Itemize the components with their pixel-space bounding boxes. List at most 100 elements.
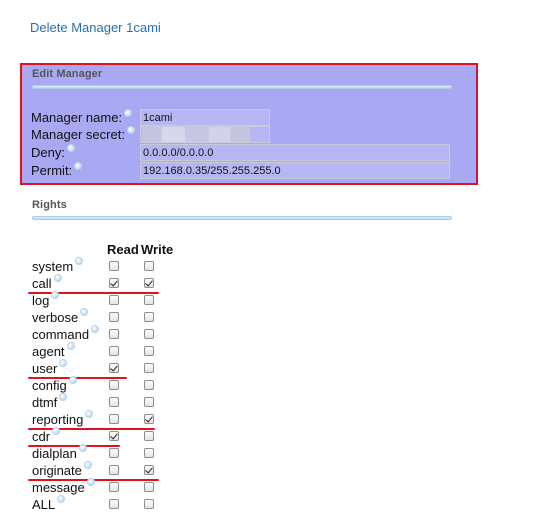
write-checkbox-cdr[interactable]	[144, 431, 154, 441]
manager-secret-label: Manager secret:	[31, 126, 135, 142]
write-checkbox-system[interactable]	[144, 261, 154, 271]
rights-label-text: config	[32, 378, 67, 393]
rights-label-wrap: agent	[32, 342, 75, 360]
write-checkbox-dialplan[interactable]	[144, 448, 154, 458]
rights-row-message: message	[32, 478, 172, 496]
info-icon	[57, 495, 66, 503]
read-checkbox-command[interactable]	[109, 329, 119, 339]
rights-row-cdr: cdr	[32, 427, 172, 445]
rights-legend: Rights	[32, 199, 67, 211]
info-icon	[74, 162, 83, 170]
rights-label-text: user	[32, 361, 58, 376]
info-icon	[86, 478, 95, 486]
info-icon	[51, 291, 60, 299]
write-checkbox-all[interactable]	[144, 499, 154, 509]
read-checkbox-user[interactable]	[109, 363, 119, 373]
rights-row-originate: originate	[32, 461, 172, 479]
read-checkbox-agent[interactable]	[109, 346, 119, 356]
read-checkbox-system[interactable]	[109, 261, 119, 271]
rights-row-command: command	[32, 325, 172, 343]
manager-name-input[interactable]	[140, 109, 270, 126]
rights-row-agent: agent	[32, 342, 172, 360]
read-checkbox-cdr[interactable]	[109, 431, 119, 441]
rights-row-config: config	[32, 376, 172, 394]
read-column-header: Read	[107, 242, 139, 257]
write-checkbox-call[interactable]	[144, 278, 154, 288]
rights-label-text: command	[32, 327, 90, 342]
rights-label-text: dtmf	[32, 395, 58, 410]
write-checkbox-user[interactable]	[144, 363, 154, 373]
rights-label-wrap: user	[32, 359, 68, 377]
rights-label-text: originate	[32, 463, 82, 478]
info-icon	[53, 274, 62, 282]
write-checkbox-verbose[interactable]	[144, 312, 154, 322]
rights-row-log: log	[32, 291, 172, 309]
blurred-secret	[142, 127, 250, 142]
write-checkbox-originate[interactable]	[144, 465, 154, 475]
info-icon	[66, 342, 75, 350]
info-icon	[59, 393, 68, 401]
rights-label-text: verbose	[32, 310, 79, 325]
deny-input[interactable]	[140, 144, 450, 161]
read-checkbox-verbose[interactable]	[109, 312, 119, 322]
info-icon	[124, 109, 133, 117]
rights-label-wrap: command	[32, 325, 100, 343]
read-checkbox-log[interactable]	[109, 295, 119, 305]
write-checkbox-log[interactable]	[144, 295, 154, 305]
info-icon	[85, 410, 94, 418]
rights-row-all: ALL	[32, 495, 172, 513]
read-checkbox-call[interactable]	[109, 278, 119, 288]
write-checkbox-message[interactable]	[144, 482, 154, 492]
delete-manager-link[interactable]: Delete Manager 1cami	[30, 20, 161, 35]
rights-label-text: dialplan	[32, 446, 77, 461]
read-checkbox-reporting[interactable]	[109, 414, 119, 424]
read-checkbox-message[interactable]	[109, 482, 119, 492]
write-checkbox-config[interactable]	[144, 380, 154, 390]
rights-label-wrap: ALL	[32, 495, 66, 513]
read-checkbox-originate[interactable]	[109, 465, 119, 475]
rights-divider	[32, 216, 452, 220]
rights-label-wrap: log	[32, 291, 60, 309]
info-icon	[66, 144, 75, 152]
rights-label-text: reporting	[32, 412, 84, 427]
write-checkbox-command[interactable]	[144, 329, 154, 339]
rights-label-wrap: message	[32, 478, 95, 496]
write-checkbox-agent[interactable]	[144, 346, 154, 356]
manager-name-label: Manager name:	[31, 109, 133, 125]
permit-label: Permit:	[31, 162, 83, 178]
rights-label-text: log	[32, 293, 50, 308]
rights-label-text: message	[32, 480, 85, 495]
rights-label-wrap: originate	[32, 461, 92, 479]
write-checkbox-reporting[interactable]	[144, 414, 154, 424]
rights-row-system: system	[32, 257, 172, 275]
read-checkbox-dtmf[interactable]	[109, 397, 119, 407]
read-checkbox-dialplan[interactable]	[109, 448, 119, 458]
edit-manager-divider	[32, 85, 452, 89]
rights-label-text: system	[32, 259, 74, 274]
rights-row-verbose: verbose	[32, 308, 172, 326]
write-checkbox-dtmf[interactable]	[144, 397, 154, 407]
rights-label-wrap: dtmf	[32, 393, 68, 411]
rights-label-text: agent	[32, 344, 65, 359]
rights-row-dialplan: dialplan	[32, 444, 172, 462]
rights-row-call: call	[32, 274, 172, 292]
info-icon	[80, 308, 89, 316]
read-checkbox-all[interactable]	[109, 499, 119, 509]
rights-row-dtmf: dtmf	[32, 393, 172, 411]
rights-label-wrap: system	[32, 257, 84, 275]
permit-input[interactable]	[140, 162, 450, 179]
edit-manager-legend: Edit Manager	[32, 68, 103, 80]
deny-label: Deny:	[31, 144, 75, 160]
read-checkbox-config[interactable]	[109, 380, 119, 390]
rights-label-wrap: dialplan	[32, 444, 87, 462]
info-icon	[83, 461, 92, 469]
info-icon	[78, 444, 87, 452]
rights-label-text: call	[32, 276, 52, 291]
rights-label-wrap: reporting	[32, 410, 94, 428]
rights-label-wrap: cdr	[32, 427, 61, 445]
rights-label-wrap: verbose	[32, 308, 89, 326]
rights-row-user: user	[32, 359, 172, 377]
info-icon	[52, 427, 61, 435]
write-column-header: Write	[141, 242, 174, 257]
rights-label-wrap: config	[32, 376, 77, 394]
